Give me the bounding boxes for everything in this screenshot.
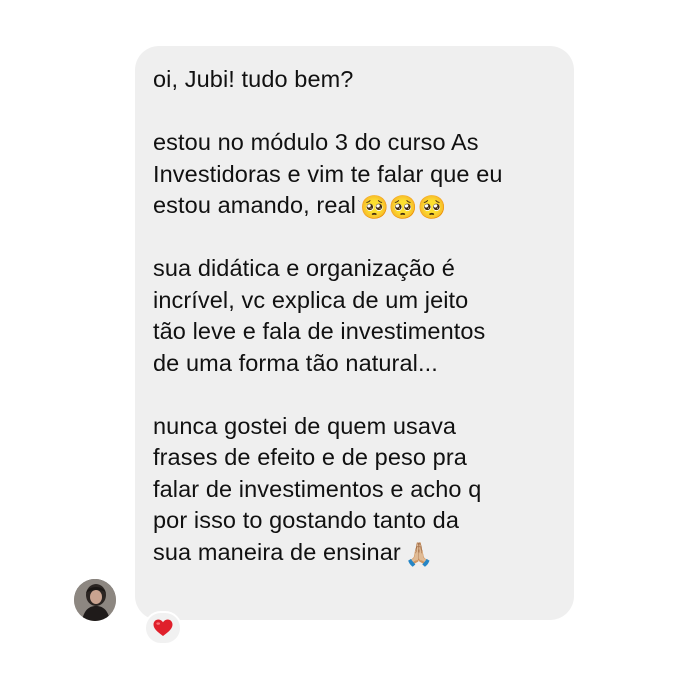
- sender-avatar[interactable]: [74, 579, 116, 621]
- profile-photo-icon: [74, 579, 116, 621]
- message-paragraph: sua didática e organização é incrível, v…: [153, 255, 486, 376]
- message-paragraph: estou no módulo 3 do curso As Investidor…: [153, 127, 560, 222]
- pleading-face-emoji: 🥺🥺🥺: [359, 195, 447, 221]
- message-bubble[interactable]: oi, Jubi! tudo bem? estou no módulo 3 do…: [135, 46, 574, 620]
- reaction-badge[interactable]: [144, 611, 182, 645]
- red-heart-icon: [153, 619, 173, 636]
- folded-hands-emoji: 🙏🏼: [404, 541, 434, 568]
- message-paragraph: oi, Jubi! tudo bem?: [153, 66, 354, 92]
- message-paragraph: nunca gostei de quem usava frases de efe…: [153, 411, 560, 569]
- message-text: estou no módulo 3 do curso As Investidor…: [153, 129, 503, 218]
